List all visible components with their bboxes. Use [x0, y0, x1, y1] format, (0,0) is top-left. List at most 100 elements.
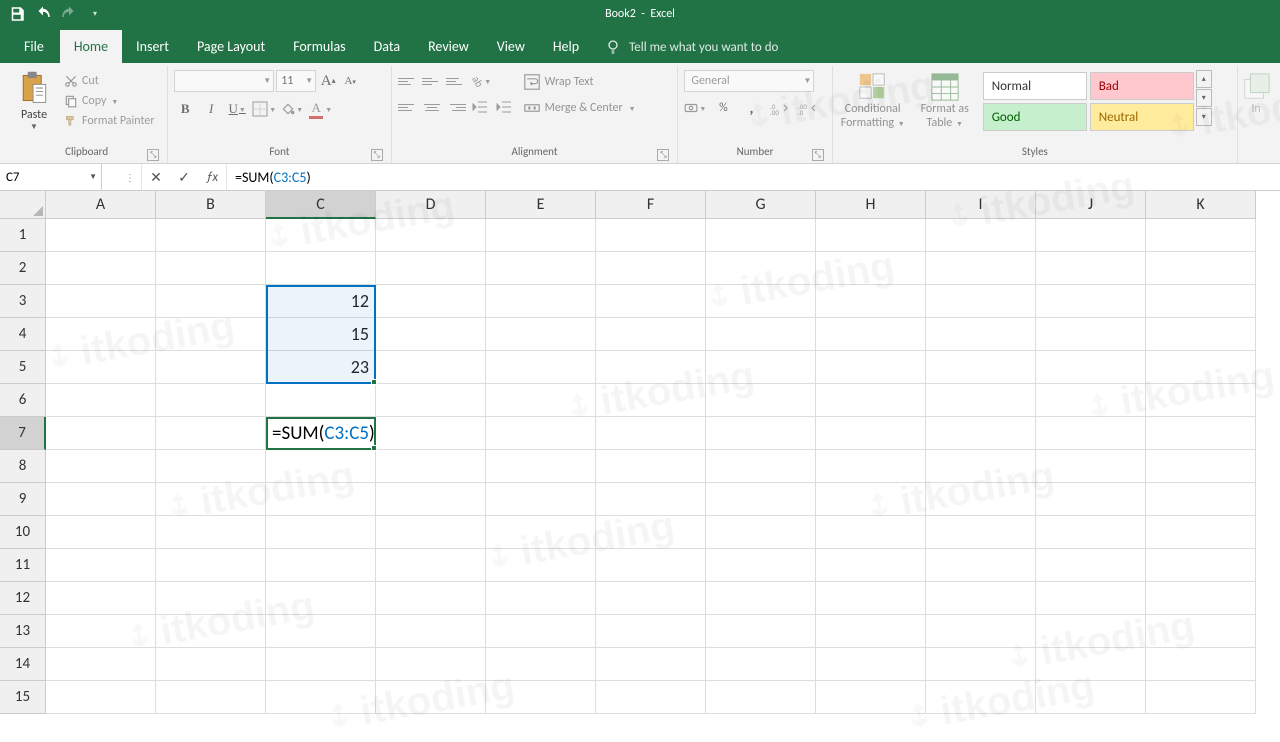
cell-F9[interactable] [596, 483, 706, 516]
cell-A2[interactable] [46, 252, 156, 285]
cell-F6[interactable] [596, 384, 706, 417]
row-header-14[interactable]: 14 [0, 648, 46, 681]
cell-J6[interactable] [1036, 384, 1146, 417]
cell-J13[interactable] [1036, 615, 1146, 648]
cell-J9[interactable] [1036, 483, 1146, 516]
cell-E2[interactable] [486, 252, 596, 285]
cell-C6[interactable] [266, 384, 376, 417]
cell-F4[interactable] [596, 318, 706, 351]
cell-C8[interactable] [266, 450, 376, 483]
row-header-15[interactable]: 15 [0, 681, 46, 714]
cell-D10[interactable] [376, 516, 486, 549]
cell-G6[interactable] [706, 384, 816, 417]
cell-G14[interactable] [706, 648, 816, 681]
cell-H15[interactable] [816, 681, 926, 714]
accounting-format-button[interactable]: ▼ [684, 98, 706, 118]
tell-me[interactable]: Tell me what you want to do [593, 31, 790, 63]
cell-H8[interactable] [816, 450, 926, 483]
cell-J5[interactable] [1036, 351, 1146, 384]
cell-D3[interactable] [376, 285, 486, 318]
style-bad[interactable]: Bad [1090, 72, 1194, 100]
cell-I12[interactable] [926, 582, 1036, 615]
row-header-8[interactable]: 8 [0, 450, 46, 483]
cell-B12[interactable] [156, 582, 266, 615]
redo-icon[interactable] [60, 5, 78, 23]
cell-F11[interactable] [596, 549, 706, 582]
cell-I4[interactable] [926, 318, 1036, 351]
cell-E12[interactable] [486, 582, 596, 615]
comma-button[interactable]: , [740, 98, 762, 118]
cell-D1[interactable] [376, 219, 486, 252]
row-header-4[interactable]: 4 [0, 318, 46, 351]
cell-G10[interactable] [706, 516, 816, 549]
cell-A4[interactable] [46, 318, 156, 351]
cell-A3[interactable] [46, 285, 156, 318]
cell-H9[interactable] [816, 483, 926, 516]
cell-B14[interactable] [156, 648, 266, 681]
insert-cells-button[interactable]: In [1244, 70, 1268, 116]
align-right-button[interactable] [446, 98, 466, 116]
cell-G2[interactable] [706, 252, 816, 285]
cell-H1[interactable] [816, 219, 926, 252]
cell-H11[interactable] [816, 549, 926, 582]
decrease-font-button[interactable]: A▾ [340, 70, 360, 92]
cell-F10[interactable] [596, 516, 706, 549]
enter-formula-button[interactable]: ✓ [170, 169, 198, 186]
cell-A1[interactable] [46, 219, 156, 252]
cell-C2[interactable] [266, 252, 376, 285]
row-header-11[interactable]: 11 [0, 549, 46, 582]
row-header-6[interactable]: 6 [0, 384, 46, 417]
cell-J3[interactable] [1036, 285, 1146, 318]
conditional-formatting-button[interactable]: Conditional Formatting ▼ [839, 70, 907, 130]
cell-D5[interactable] [376, 351, 486, 384]
insert-function-button[interactable]: ƒx [198, 170, 226, 185]
cell-I14[interactable] [926, 648, 1036, 681]
cell-J8[interactable] [1036, 450, 1146, 483]
cell-B4[interactable] [156, 318, 266, 351]
font-name-combo[interactable]: ▼ [174, 70, 274, 92]
cell-D4[interactable] [376, 318, 486, 351]
cell-K15[interactable] [1146, 681, 1256, 714]
cell-I6[interactable] [926, 384, 1036, 417]
cell-G3[interactable] [706, 285, 816, 318]
cell-A5[interactable] [46, 351, 156, 384]
cell-C4[interactable]: 15 [266, 318, 376, 351]
cell-B15[interactable] [156, 681, 266, 714]
cell-E13[interactable] [486, 615, 596, 648]
select-all-button[interactable] [0, 191, 46, 219]
font-size-combo[interactable]: 11▼ [276, 70, 316, 92]
paste-button[interactable]: Paste ▼ [12, 70, 56, 132]
cell-G8[interactable] [706, 450, 816, 483]
cell-E7[interactable] [486, 417, 596, 450]
cell-K11[interactable] [1146, 549, 1256, 582]
copy-button[interactable]: Copy▼ [60, 92, 159, 110]
cell-I15[interactable] [926, 681, 1036, 714]
cell-A11[interactable] [46, 549, 156, 582]
cell-J4[interactable] [1036, 318, 1146, 351]
dialog-launcher-icon[interactable]: ⤡ [371, 149, 383, 161]
cell-A9[interactable] [46, 483, 156, 516]
cell-G4[interactable] [706, 318, 816, 351]
tab-home[interactable]: Home [60, 30, 122, 63]
cell-E11[interactable] [486, 549, 596, 582]
undo-icon[interactable] [34, 5, 52, 23]
cell-H7[interactable] [816, 417, 926, 450]
cell-J7[interactable] [1036, 417, 1146, 450]
cell-G9[interactable] [706, 483, 816, 516]
cell-E1[interactable] [486, 219, 596, 252]
cell-F3[interactable] [596, 285, 706, 318]
cell-B13[interactable] [156, 615, 266, 648]
cell-E15[interactable] [486, 681, 596, 714]
cell-G15[interactable] [706, 681, 816, 714]
cell-I10[interactable] [926, 516, 1036, 549]
wrap-text-button[interactable]: Wrap Text [518, 72, 642, 92]
fill-color-button[interactable]: ▼ [280, 98, 304, 120]
cell-E3[interactable] [486, 285, 596, 318]
cell-D2[interactable] [376, 252, 486, 285]
cell-I7[interactable] [926, 417, 1036, 450]
col-header-A[interactable]: A [46, 191, 156, 219]
cut-button[interactable]: Cut [60, 72, 159, 90]
cell-E8[interactable] [486, 450, 596, 483]
cell-J2[interactable] [1036, 252, 1146, 285]
cell-J12[interactable] [1036, 582, 1146, 615]
